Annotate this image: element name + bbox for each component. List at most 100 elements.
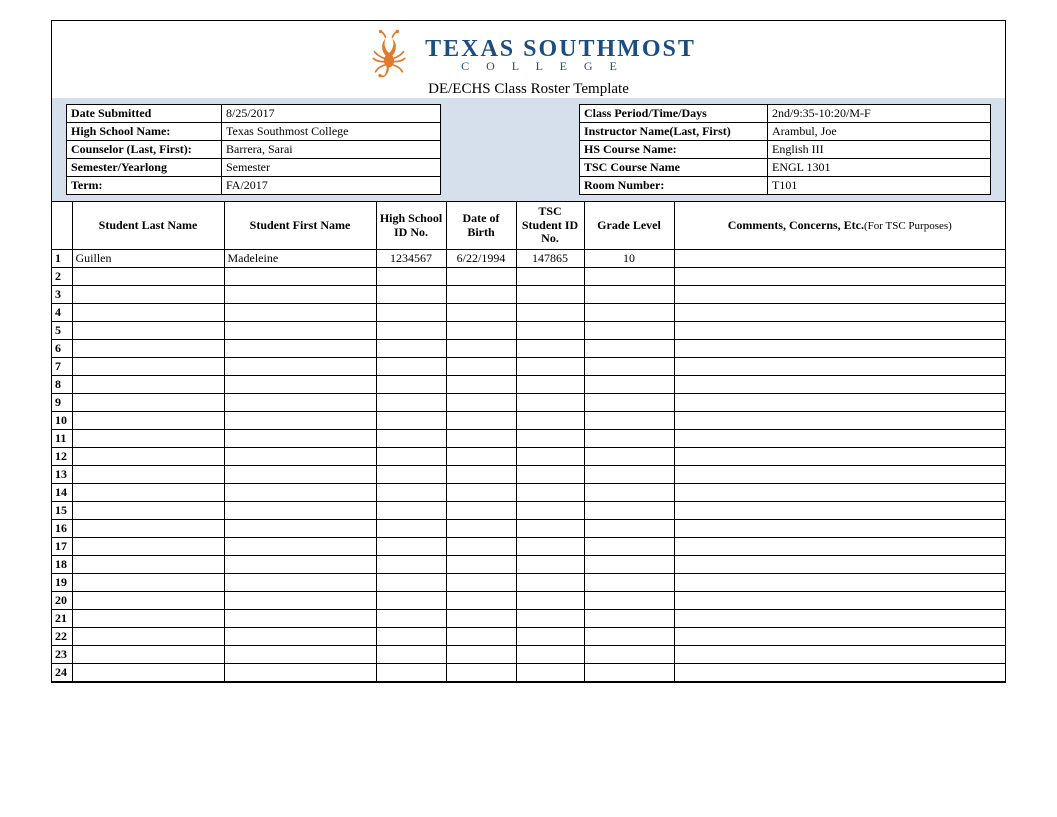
cell-last: [72, 448, 224, 466]
table-row: 23: [52, 646, 1005, 664]
table-row: 15: [52, 502, 1005, 520]
cell-dob: [446, 574, 516, 592]
info-value: Arambul, Joe: [768, 123, 991, 141]
num: 24: [52, 664, 72, 682]
info-row: Date Submitted8/25/2017: [67, 105, 441, 123]
table-row: 2: [52, 268, 1005, 286]
cell-tscid: [516, 610, 584, 628]
cell-dob: [446, 268, 516, 286]
cell-comments: [674, 430, 1005, 448]
info-label: TSC Course Name: [580, 159, 768, 177]
cell-last: [72, 430, 224, 448]
table-row: 9: [52, 394, 1005, 412]
info-label: Counselor (Last, First):: [67, 141, 222, 159]
info-row: Class Period/Time/Days2nd/9:35-10:20/M-F: [580, 105, 991, 123]
info-row: Room Number:T101: [580, 177, 991, 195]
col-header-tscid: TSC Student ID No.: [516, 202, 584, 250]
cell-first: [224, 376, 376, 394]
cell-dob: 6/22/1994: [446, 250, 516, 268]
num: 19: [52, 574, 72, 592]
num: 17: [52, 538, 72, 556]
table-row: 19: [52, 574, 1005, 592]
info-label: Date Submitted: [67, 105, 222, 123]
cell-grade: [584, 322, 674, 340]
num: 2: [52, 268, 72, 286]
table-row: 16: [52, 520, 1005, 538]
num: 15: [52, 502, 72, 520]
cell-grade: [584, 430, 674, 448]
table-row: 4: [52, 304, 1005, 322]
num: 9: [52, 394, 72, 412]
cell-grade: [584, 286, 674, 304]
cell-dob: [446, 304, 516, 322]
cell-comments: [674, 412, 1005, 430]
cell-hsid: [376, 592, 446, 610]
info-value: 8/25/2017: [222, 105, 441, 123]
cell-grade: [584, 340, 674, 358]
cell-comments: [674, 610, 1005, 628]
cell-comments: [674, 592, 1005, 610]
cell-grade: [584, 610, 674, 628]
table-row: 17: [52, 538, 1005, 556]
cell-tscid: [516, 502, 584, 520]
cell-tscid: [516, 592, 584, 610]
cell-hsid: [376, 286, 446, 304]
num: 22: [52, 628, 72, 646]
cell-first: [224, 646, 376, 664]
info-value: 2nd/9:35-10:20/M-F: [768, 105, 991, 123]
cell-comments: [674, 322, 1005, 340]
cell-comments: [674, 448, 1005, 466]
cell-first: [224, 484, 376, 502]
roster-header-row: Student Last Name Student First Name Hig…: [52, 202, 1005, 250]
cell-hsid: [376, 574, 446, 592]
table-row: 1GuillenMadeleine12345676/22/19941478651…: [52, 250, 1005, 268]
cell-last: [72, 268, 224, 286]
cell-hsid: [376, 466, 446, 484]
table-row: 20: [52, 592, 1005, 610]
cell-tscid: [516, 430, 584, 448]
table-row: 11: [52, 430, 1005, 448]
table-row: 24: [52, 664, 1005, 682]
cell-last: [72, 412, 224, 430]
cell-first: [224, 358, 376, 376]
cell-last: [72, 358, 224, 376]
cell-hsid: [376, 322, 446, 340]
cell-last: [72, 610, 224, 628]
table-row: 13: [52, 466, 1005, 484]
table-row: 18: [52, 556, 1005, 574]
cell-dob: [446, 484, 516, 502]
info-label: Term:: [67, 177, 222, 195]
cell-first: [224, 502, 376, 520]
cell-grade: [584, 538, 674, 556]
cell-comments: [674, 466, 1005, 484]
cell-first: [224, 268, 376, 286]
info-box-left: Date Submitted8/25/2017High School Name:…: [66, 104, 441, 195]
header: TEXAS SOUTHMOST C O L L E G E DE/ECHS Cl…: [52, 21, 1005, 98]
num: 6: [52, 340, 72, 358]
num: 20: [52, 592, 72, 610]
cell-comments: [674, 376, 1005, 394]
num: 8: [52, 376, 72, 394]
college-name: TEXAS SOUTHMOST: [425, 37, 696, 61]
col-header-grade: Grade Level: [584, 202, 674, 250]
info-value: ENGL 1301: [768, 159, 991, 177]
cell-dob: [446, 322, 516, 340]
cell-hsid: [376, 628, 446, 646]
info-label: Class Period/Time/Days: [580, 105, 768, 123]
num: 4: [52, 304, 72, 322]
cell-dob: [446, 592, 516, 610]
table-row: 3: [52, 286, 1005, 304]
num: 7: [52, 358, 72, 376]
cell-hsid: [376, 484, 446, 502]
cell-hsid: [376, 412, 446, 430]
col-header-dob: Date of Birth: [446, 202, 516, 250]
cell-first: [224, 538, 376, 556]
cell-comments: [674, 394, 1005, 412]
cell-tscid: [516, 448, 584, 466]
cell-first: [224, 664, 376, 682]
cell-tscid: [516, 556, 584, 574]
col-header-first: Student First Name: [224, 202, 376, 250]
cell-first: [224, 520, 376, 538]
col-header-comments-note: (For TSC Purposes): [864, 220, 952, 232]
cell-comments: [674, 304, 1005, 322]
